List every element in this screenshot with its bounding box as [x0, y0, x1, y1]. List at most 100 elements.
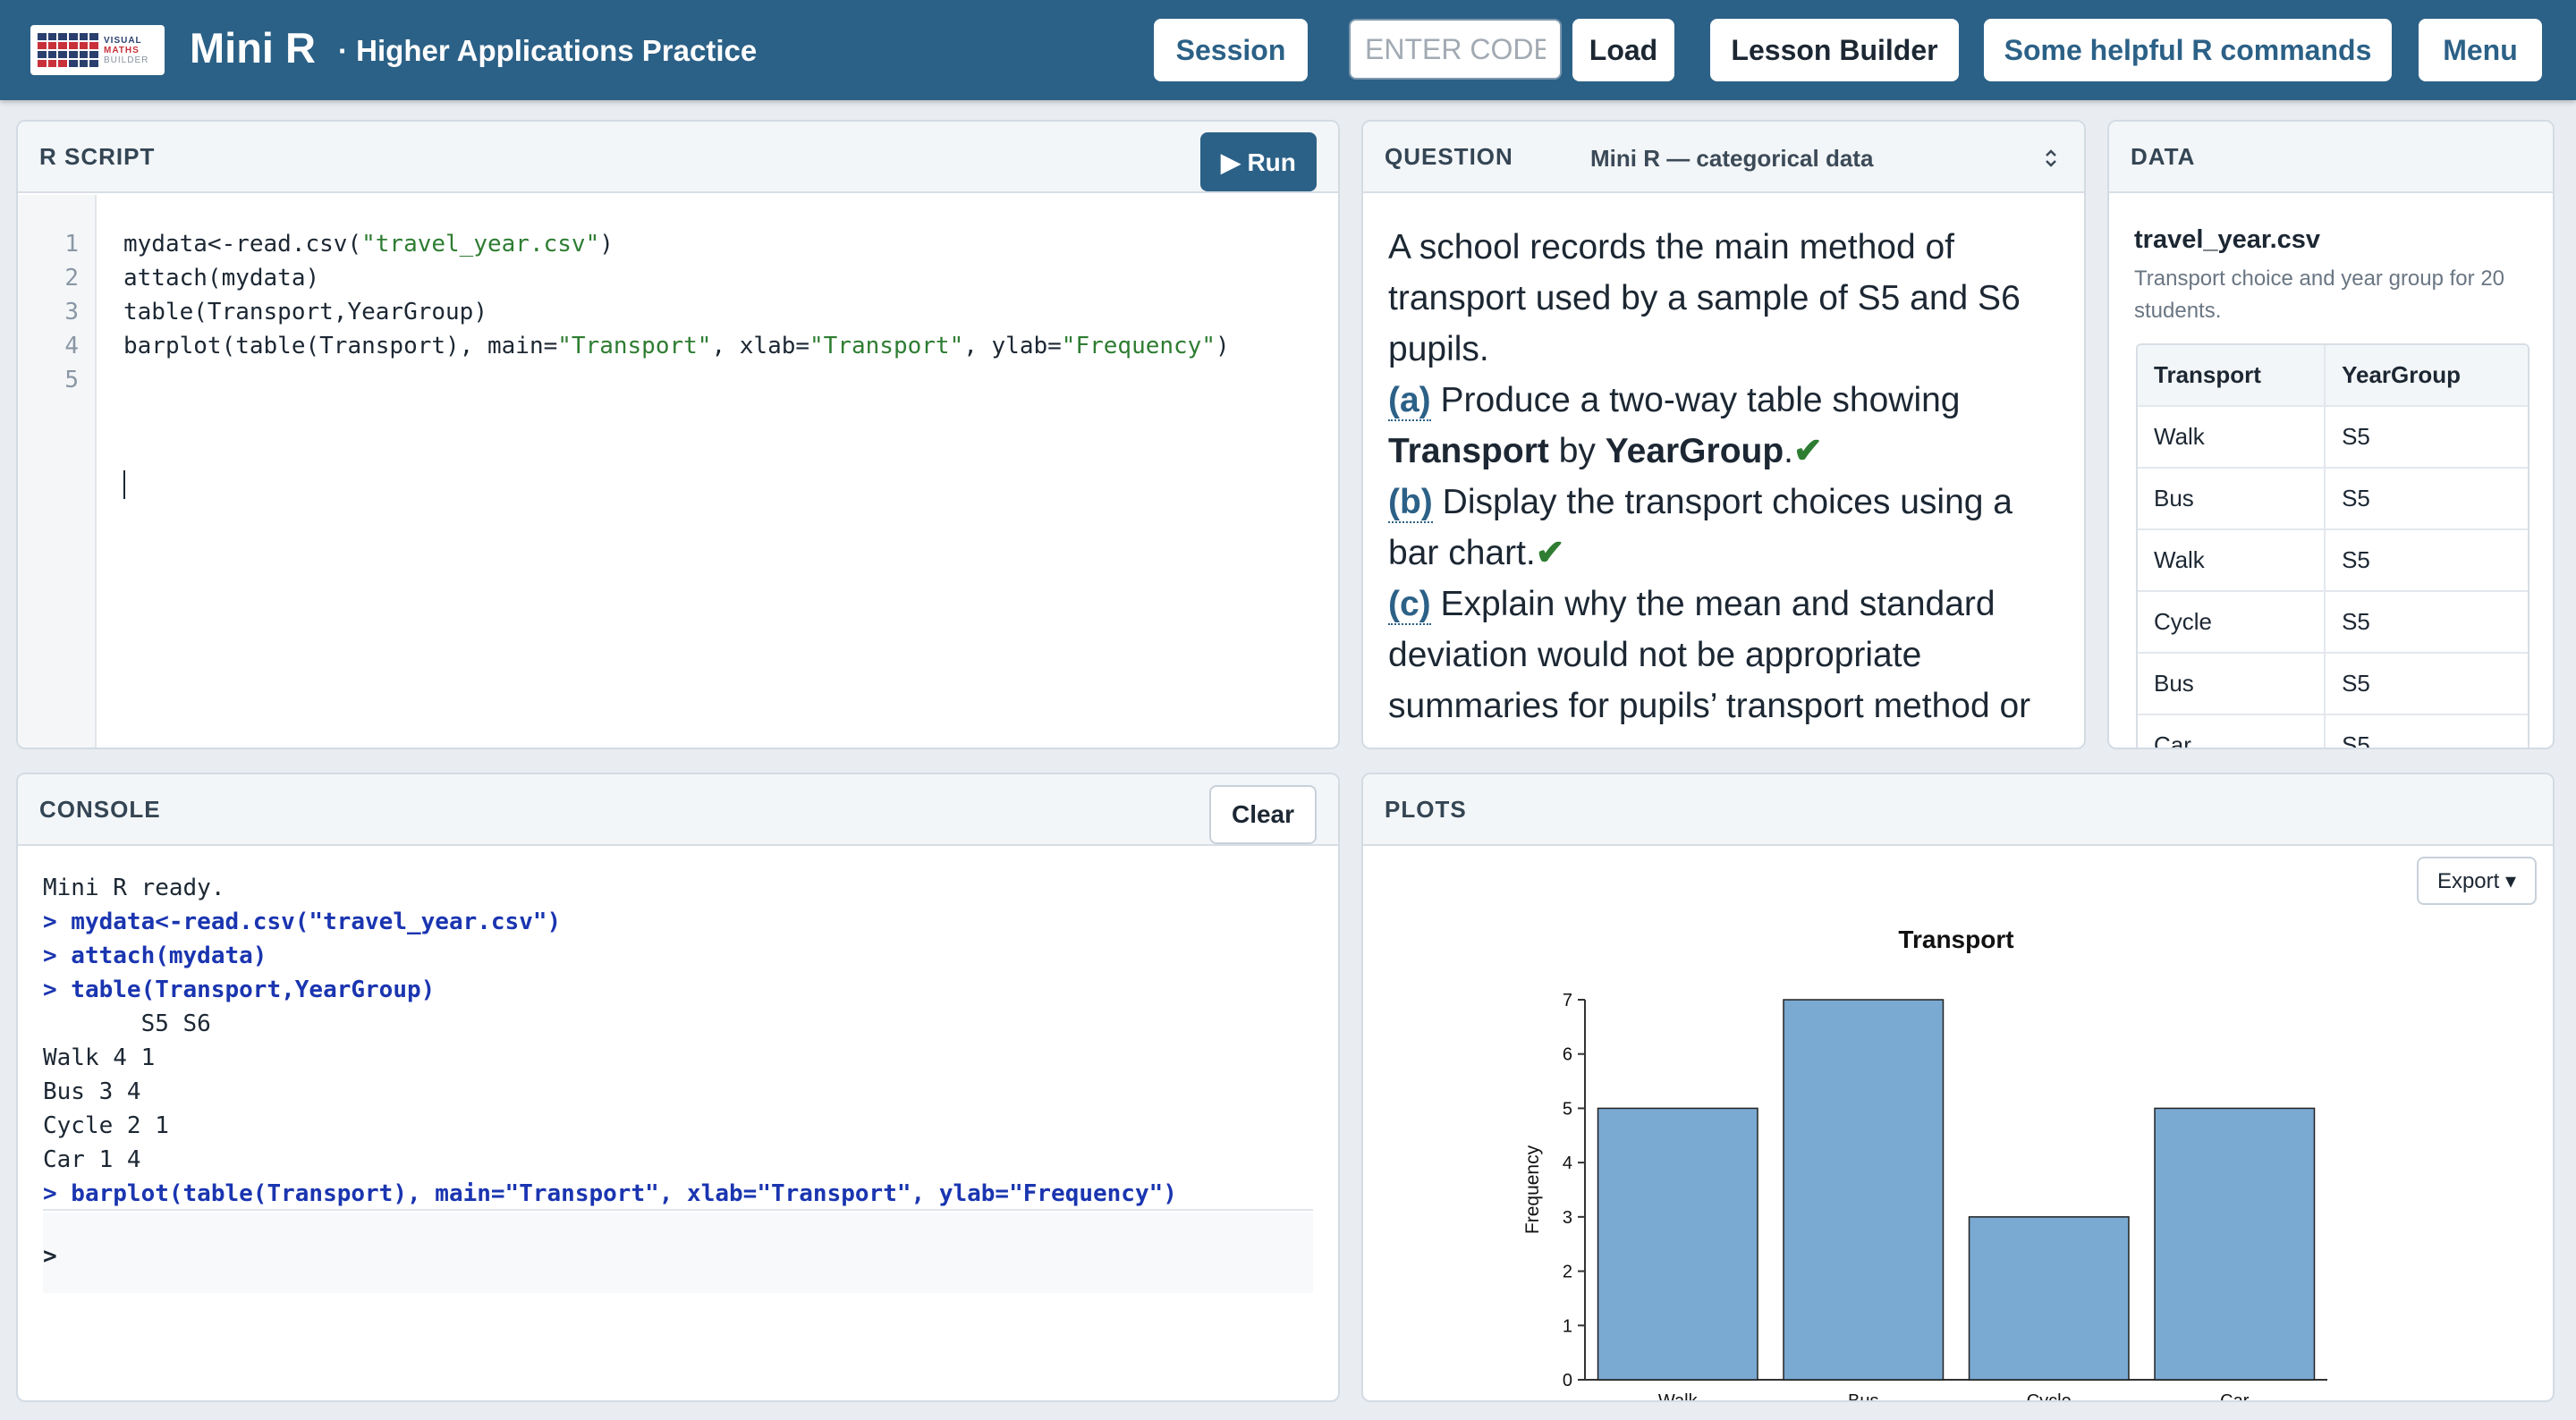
r-script-panel: R SCRIPT ▶ Run 1 2 3 4 5 mydata<-read.cs… [16, 120, 1340, 749]
console-line: S5 S6 [43, 1010, 211, 1037]
y-tick-label: 6 [1563, 1045, 1572, 1065]
y-tick-label: 4 [1563, 1154, 1572, 1173]
table-row: Car S5 [2138, 715, 2528, 749]
table-header-row: Transport YearGroup [2138, 345, 2528, 407]
console-line: Walk 4 1 [43, 1044, 156, 1071]
y-tick-label: 1 [1563, 1316, 1572, 1336]
data-panel: DATA travel_year.csv Transport choice an… [2107, 120, 2555, 749]
bar-car [2154, 1107, 2316, 1381]
check-icon: ✔ [1793, 432, 1823, 470]
part-b-label[interactable]: (b) [1388, 483, 1433, 523]
select-chevron-icon[interactable] [2041, 145, 2061, 172]
chart-title: Transport [1898, 926, 2013, 953]
part-a-text: Produce a two-way table showing [1440, 381, 1961, 419]
app-title: Mini R [190, 24, 316, 72]
table-cell: S5 [2342, 731, 2370, 749]
table-row: Walk S5 [2138, 407, 2528, 469]
x-tick-label: Walk [1658, 1391, 1699, 1402]
menu-button[interactable]: Menu [2419, 19, 2542, 81]
visual-maths-builder-logo: VISUAL MATHS BUILDER [30, 25, 165, 75]
console-input[interactable]: > [43, 1213, 1313, 1293]
table-cell: Walk [2138, 530, 2326, 590]
console-panel: CONSOLE Clear Mini R ready. > mydata<-re… [16, 773, 1340, 1402]
panel-title: R SCRIPT [39, 143, 156, 170]
yeargroup-term: YearGroup [1605, 432, 1784, 470]
line-number: 4 [64, 333, 79, 359]
y-tick-label: 3 [1563, 1208, 1572, 1228]
console-command: > table(Transport,YearGroup) [43, 976, 436, 1003]
table-cell: Bus [2138, 469, 2326, 528]
part-c-label[interactable]: (c) [1388, 585, 1431, 625]
logo-text-maths: MATHS [104, 45, 140, 55]
logo-text-builder: BUILDER [104, 55, 149, 65]
lesson-builder-button[interactable]: Lesson Builder [1710, 19, 1959, 81]
table-cell: Walk [2138, 407, 2326, 467]
data-table[interactable]: Transport YearGroup Walk S5 Bus S5 Walk … [2136, 343, 2529, 749]
table-cell: S5 [2342, 546, 2370, 573]
line-number: 2 [64, 265, 79, 292]
console-command: > attach(mydata) [43, 942, 267, 969]
line-number: 5 [64, 367, 79, 393]
run-button[interactable]: ▶ Run [1200, 132, 1317, 191]
y-tick-label: 5 [1563, 1099, 1572, 1119]
table-row: Bus S5 [2138, 469, 2528, 530]
table-row: Walk S5 [2138, 530, 2528, 592]
code-line: table(Transport,YearGroup) [123, 299, 487, 325]
top-bar: VISUAL MATHS BUILDER Mini R · Higher App… [0, 0, 2576, 100]
console-divider [43, 1209, 1313, 1211]
bar-walk [1597, 1107, 1758, 1381]
bar-cycle [1968, 1216, 2130, 1381]
y-tick-label: 0 [1563, 1371, 1572, 1390]
transport-term: Transport [1388, 432, 1549, 470]
x-tick-label: Car [2220, 1391, 2250, 1402]
bar-bus [1783, 999, 1945, 1381]
question-intro: A school records the main method of tran… [1388, 228, 2021, 368]
part-b-text: Display the transport choices using a ba… [1388, 483, 2012, 572]
console-line: Cycle 2 1 [43, 1112, 169, 1139]
table-cell: S5 [2342, 485, 2370, 511]
line-number: 1 [64, 231, 79, 258]
console-line: Bus 3 4 [43, 1078, 141, 1105]
table-cell: S5 [2342, 608, 2370, 635]
logo-text-visual: VISUAL [104, 35, 142, 46]
console-command: > mydata<-read.csv("travel_year.csv") [43, 909, 562, 935]
table-cell: S5 [2342, 670, 2370, 697]
x-tick-label: Cycle [2027, 1391, 2072, 1402]
console-line: Mini R ready. [43, 875, 225, 901]
panel-title: PLOTS [1385, 796, 1467, 823]
session-button[interactable]: Session [1154, 19, 1308, 81]
x-tick-label: Bus [1848, 1391, 1878, 1402]
table-row: Cycle S5 [2138, 592, 2528, 654]
panel-title: QUESTION [1385, 143, 1513, 170]
question-panel: QUESTION Mini R — categorical data A sch… [1361, 120, 2086, 749]
table-cell: Cycle [2138, 592, 2326, 652]
enter-code-input[interactable] [1349, 19, 1562, 80]
table-cell: Car [2138, 715, 2326, 748]
code-line: barplot(table(Transport), main="Transpor… [123, 333, 1230, 359]
question-select[interactable]: Mini R — categorical data [1590, 145, 1873, 173]
line-number-gutter: 1 2 3 4 5 [18, 195, 97, 748]
check-icon: ✔ [1535, 534, 1565, 572]
load-button[interactable]: Load [1572, 19, 1674, 81]
helpful-r-commands-button[interactable]: Some helpful R commands [1984, 19, 2392, 81]
table-row: Bus S5 [2138, 654, 2528, 715]
question-text: A school records the main method of tran… [1388, 222, 2068, 748]
y-tick-label: 2 [1563, 1263, 1572, 1282]
code-line: mydata<-read.csv("travel_year.csv") [123, 231, 614, 258]
console-command: > barplot(table(Transport), main="Transp… [43, 1180, 1177, 1207]
plots-panel: PLOTS Export ▾ Transport 0 1 2 3 4 5 6 7 Walk Bus C… [1361, 773, 2555, 1402]
clear-button[interactable]: Clear [1209, 785, 1317, 844]
panel-title: DATA [2131, 143, 2196, 170]
text-cursor [123, 470, 125, 499]
code-line: attach(mydata) [123, 265, 320, 292]
console-line: Car 1 4 [43, 1146, 141, 1173]
part-a-label[interactable]: (a) [1388, 381, 1431, 421]
y-tick-label: 7 [1563, 991, 1572, 1010]
table-cell: S5 [2342, 423, 2370, 450]
logo-grid-icon [38, 33, 98, 67]
app-subtitle: · Higher Applications Practice [338, 34, 758, 67]
console-prompt: > [43, 1243, 57, 1270]
table-cell: Bus [2138, 654, 2326, 714]
data-description: Transport choice and year group for 20 s… [2134, 266, 2505, 323]
data-file-name: travel_year.csv [2134, 225, 2321, 254]
